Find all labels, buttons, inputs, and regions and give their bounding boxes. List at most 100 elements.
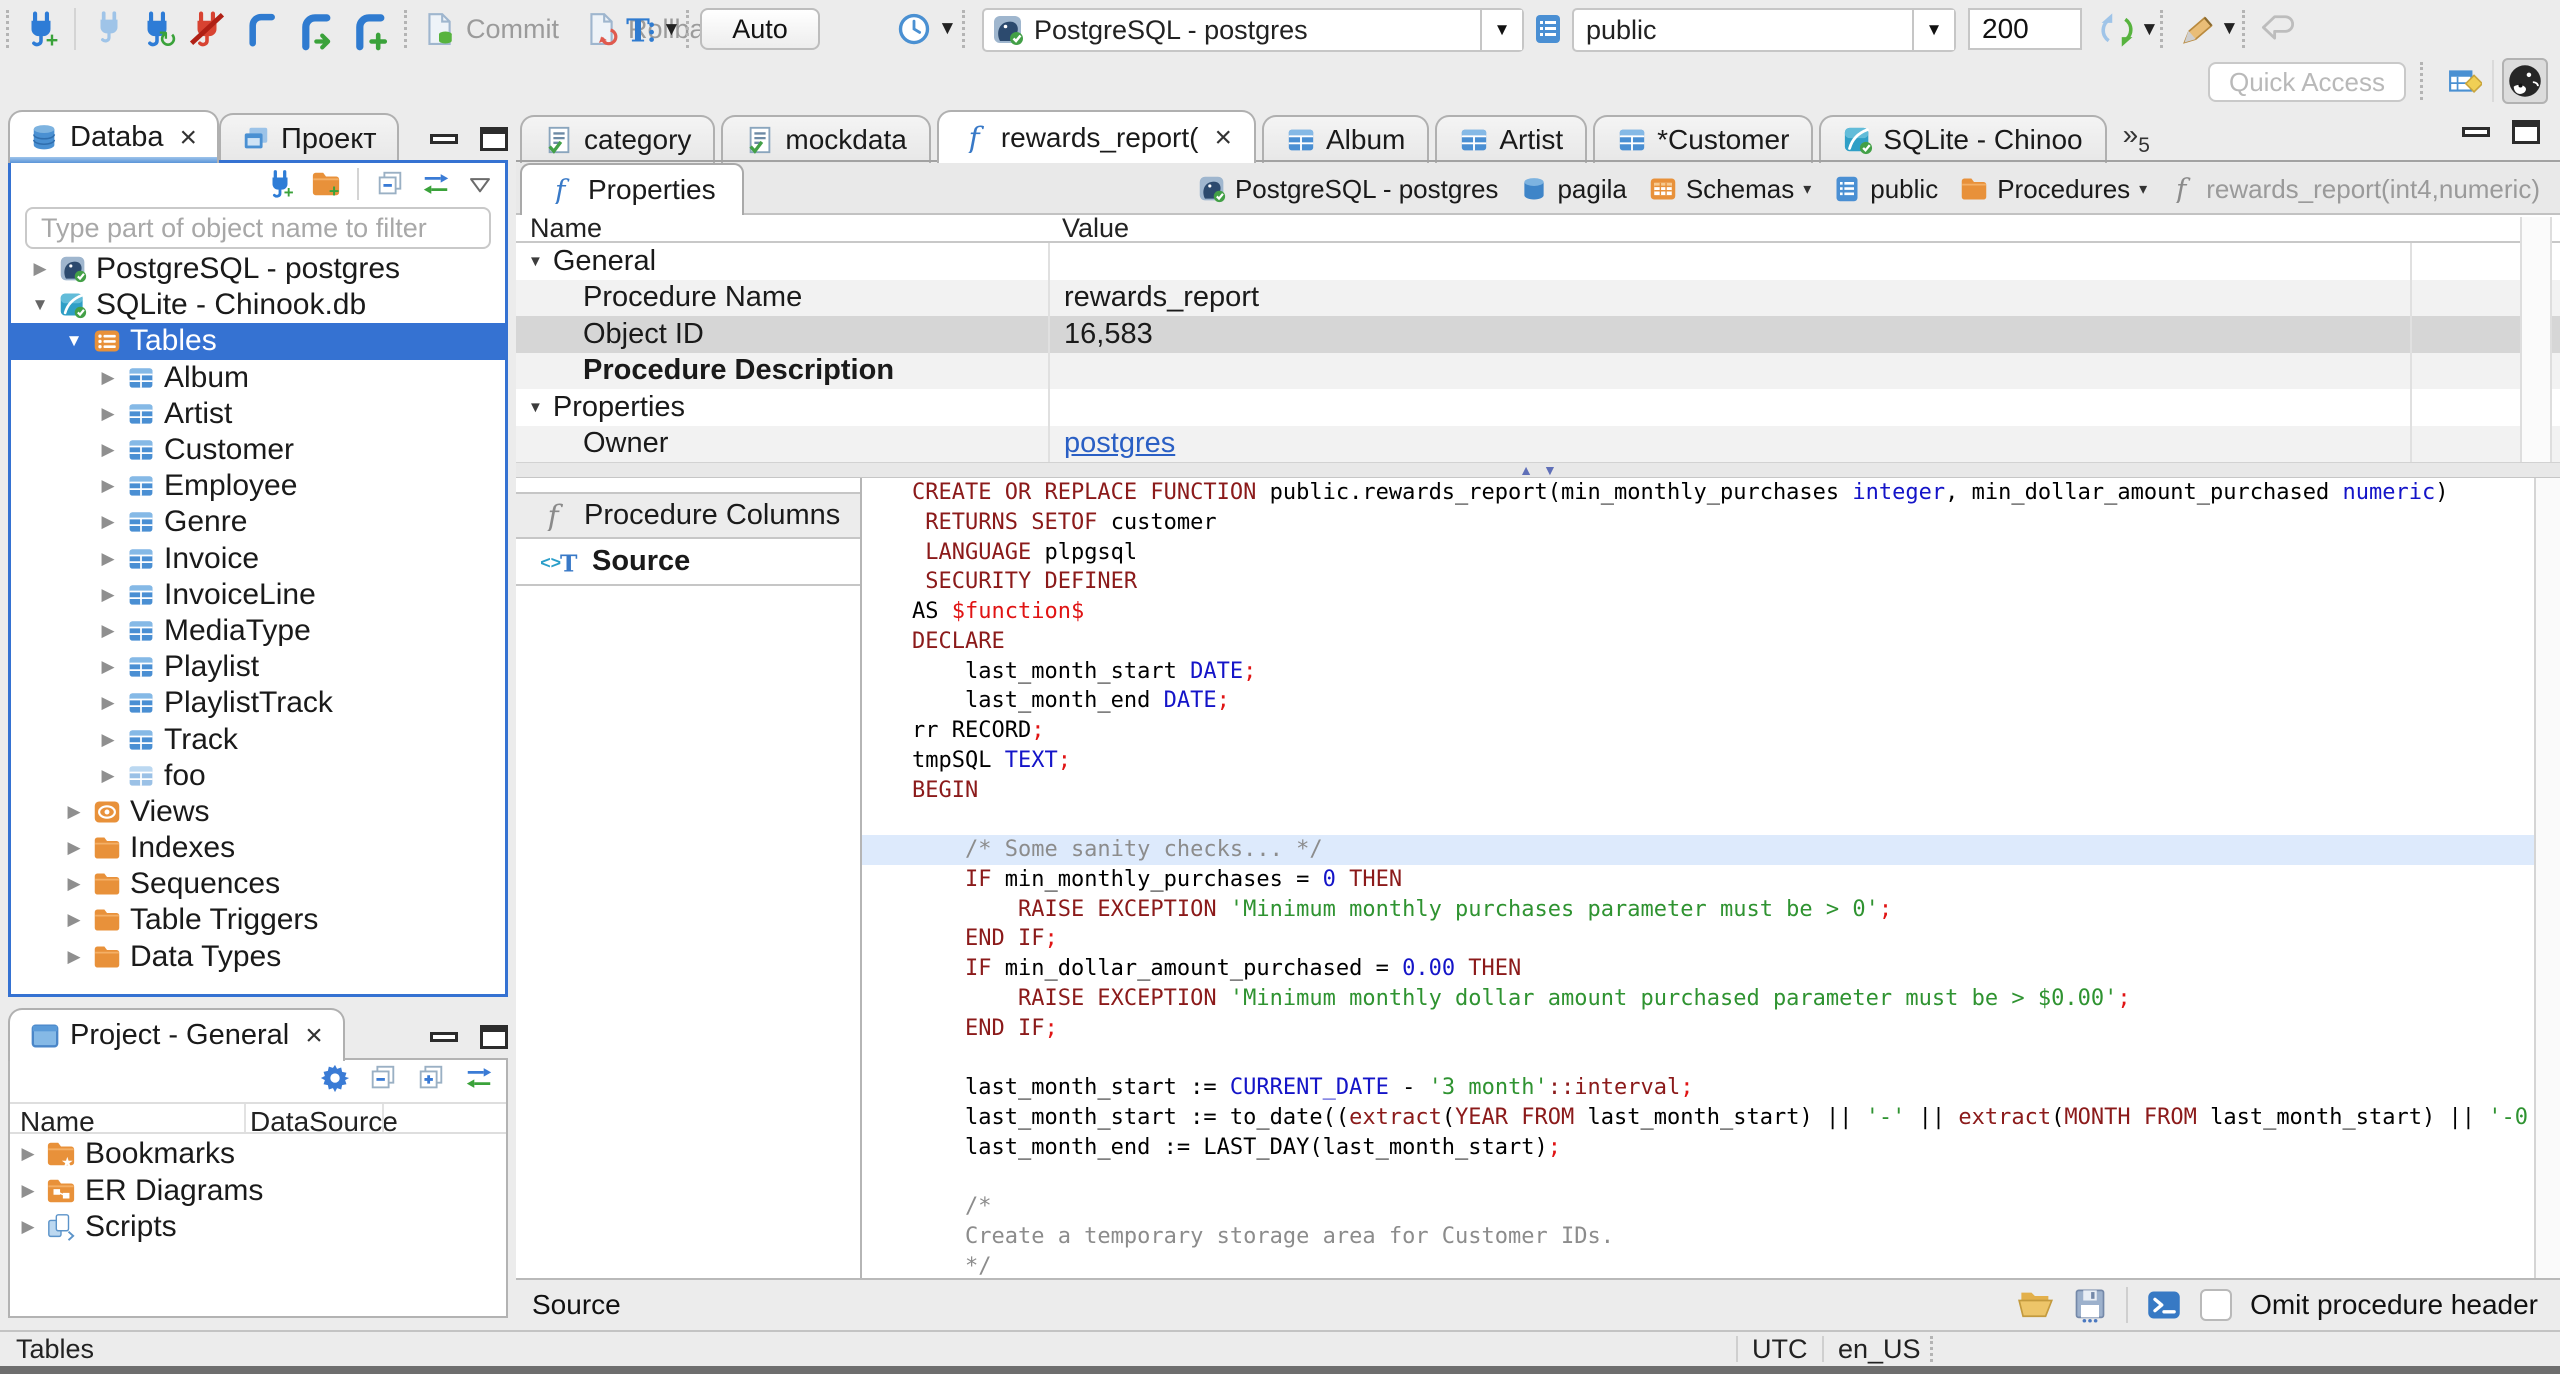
minimize-icon[interactable] xyxy=(430,134,458,144)
chevron-right-icon[interactable]: ▶ xyxy=(91,368,125,388)
tree-item-genre[interactable]: ▶ Genre xyxy=(11,504,505,540)
subtab-source[interactable]: <> T Source xyxy=(516,539,860,586)
toolbar-drag-handle[interactable] xyxy=(6,10,10,48)
toolbar-drag-handle[interactable] xyxy=(2420,62,2424,100)
subtab-procedure-columns[interactable]: f Procedure Columns xyxy=(516,492,860,539)
active-schema-combo[interactable]: public ▼ xyxy=(1572,8,1956,52)
maximize-icon[interactable] xyxy=(480,1025,508,1049)
collapse-down-icon[interactable]: ▼ xyxy=(1543,463,1557,477)
column-header-name[interactable]: Name xyxy=(530,213,602,244)
quick-access-input[interactable] xyxy=(2208,62,2406,102)
tree-item-mediatype[interactable]: ▶ MediaType xyxy=(11,613,505,649)
chevron-right-icon[interactable]: ▶ xyxy=(91,404,125,424)
property-row-procedure-name[interactable]: Procedure Name rewards_report xyxy=(516,279,2560,316)
active-connection-combo[interactable]: PostgreSQL - postgres ▼ xyxy=(982,8,1524,52)
editor-scrollbar[interactable] xyxy=(2534,478,2560,1278)
chevron-right-icon[interactable]: ▶ xyxy=(91,730,125,750)
breadcrumb-item-pagila[interactable]: pagila xyxy=(1520,174,1627,205)
tree-item-postgresql-postgres[interactable]: ▶ PostgreSQL - postgres xyxy=(11,251,505,287)
minimize-icon[interactable] xyxy=(2462,127,2490,137)
chevron-down-icon[interactable]: ▼ xyxy=(528,399,543,416)
transaction-log-button[interactable]: ▼ xyxy=(896,11,957,47)
property-value[interactable]: postgres xyxy=(1064,427,1175,459)
chevron-right-icon[interactable]: ▶ xyxy=(57,838,91,858)
save-to-file-button[interactable] xyxy=(2072,1287,2108,1323)
refresh-button[interactable]: ▼ xyxy=(2098,11,2159,49)
commit-mode-button[interactable]: Auto xyxy=(700,8,820,50)
open-in-sql-console-button[interactable] xyxy=(2146,1287,2182,1323)
open-perspective-button[interactable] xyxy=(2448,64,2484,98)
sql-source-editor[interactable]: CREATE OR REPLACE FUNCTION public.reward… xyxy=(862,478,2534,1278)
chevron-right-icon[interactable]: ▶ xyxy=(10,1181,46,1201)
chevron-right-icon[interactable]: ▶ xyxy=(91,693,125,713)
breadcrumb-item-postgresql-postgres[interactable]: PostgreSQL - postgres xyxy=(1198,174,1498,205)
editor-tab-sqlite-chinoo[interactable]: SQLite - Chinoo xyxy=(1819,115,2107,163)
chevron-right-icon[interactable]: ▶ xyxy=(91,621,125,641)
chevron-down-icon[interactable]: ▼ xyxy=(528,253,543,270)
value-highlight-button[interactable]: ▼ xyxy=(2180,11,2239,47)
editor-tab-album[interactable]: Album xyxy=(1261,115,1430,163)
close-icon[interactable]: × xyxy=(1214,122,1232,153)
collapse-all-button[interactable] xyxy=(375,169,405,199)
chevron-right-icon[interactable]: ▶ xyxy=(57,910,91,930)
property-row-procedure-description[interactable]: Procedure Description xyxy=(516,352,2560,389)
chevron-right-icon[interactable]: ▶ xyxy=(10,1144,46,1164)
chevron-right-icon[interactable]: ▶ xyxy=(91,440,125,460)
chevron-right-icon[interactable]: ▶ xyxy=(91,476,125,496)
collapse-up-icon[interactable]: ▲ xyxy=(1519,463,1533,477)
editor-tab-category[interactable]: category xyxy=(520,115,716,163)
tree-item-tables[interactable]: ▼ Tables xyxy=(11,323,505,360)
editor-tab-customer[interactable]: *Customer xyxy=(1593,115,1814,163)
editor-tab-mockdata[interactable]: mockdata xyxy=(721,115,931,163)
chevron-down-icon[interactable]: ▾ xyxy=(2139,179,2147,199)
reconnect-button[interactable]: ↻ xyxy=(138,10,177,52)
chevron-right-icon[interactable]: ▶ xyxy=(91,766,125,786)
project-item-scripts[interactable]: ▶ Scripts xyxy=(10,1209,506,1246)
chevron-right-icon[interactable]: ▶ xyxy=(10,1217,46,1237)
fetch-size-input[interactable] xyxy=(1968,8,2082,50)
chevron-right-icon[interactable]: ▶ xyxy=(91,585,125,605)
close-icon[interactable]: × xyxy=(180,122,198,153)
column-divider[interactable] xyxy=(244,1104,246,1132)
expand-all-button[interactable] xyxy=(416,1063,446,1093)
tree-item-views[interactable]: ▶ Views xyxy=(11,794,505,830)
maximize-icon[interactable] xyxy=(2512,120,2540,144)
chevron-down-icon[interactable]: ▼ xyxy=(23,295,57,315)
tree-item-sequences[interactable]: ▶ Sequences xyxy=(11,866,505,902)
property-row-object-id[interactable]: Object ID 16,583 xyxy=(516,316,2560,353)
chevron-right-icon[interactable]: ▶ xyxy=(57,874,91,894)
property-row-owner[interactable]: Owner postgres xyxy=(516,425,2560,462)
toolbar-drag-handle[interactable] xyxy=(962,10,966,48)
breadcrumb-item-rewards-report-int4-numeric[interactable]: f rewards_report(int4,numeric) xyxy=(2169,174,2540,205)
transaction-mode-button[interactable]: T ▼ xyxy=(624,12,681,48)
new-folder-button[interactable]: + xyxy=(311,169,341,199)
dbeaver-perspective-button[interactable] xyxy=(2502,58,2548,104)
breadcrumb-item-procedures[interactable]: Procedures ▾ xyxy=(1960,174,2147,205)
combo-dropdown-icon[interactable]: ▼ xyxy=(1912,10,1954,50)
tree-item-data-types[interactable]: ▶ Data Types xyxy=(11,939,505,975)
tree-item-table-triggers[interactable]: ▶ Table Triggers xyxy=(11,902,505,938)
back-button[interactable] xyxy=(2260,10,2296,48)
link-with-editor-button[interactable] xyxy=(421,169,451,199)
editor-tab-artist[interactable]: Artist xyxy=(1435,115,1588,163)
collapse-all-button[interactable] xyxy=(368,1063,398,1093)
status-locale[interactable]: en_US xyxy=(1838,1334,1921,1365)
maximize-icon[interactable] xyxy=(480,127,508,151)
view-menu-icon[interactable] xyxy=(467,171,493,197)
load-from-file-button[interactable] xyxy=(2018,1287,2054,1323)
tree-item-customer[interactable]: ▶ Customer xyxy=(11,432,505,468)
settings-gear-button[interactable] xyxy=(320,1063,350,1093)
tree-item-album[interactable]: ▶ Album xyxy=(11,360,505,396)
editor-tab-rewards-report[interactable]: f rewards_report(× xyxy=(936,110,1256,163)
tree-item-sqlite-chinook-db[interactable]: ▼ SQLite - Chinook.db xyxy=(11,287,505,323)
combo-dropdown-icon[interactable]: ▼ xyxy=(1480,10,1522,50)
chevron-right-icon[interactable]: ▶ xyxy=(91,549,125,569)
toolbar-drag-handle[interactable] xyxy=(404,10,408,48)
tree-item-foo[interactable]: ▶ foo xyxy=(11,758,505,794)
commit-button[interactable]: Commit xyxy=(422,0,559,58)
breadcrumb-item-schemas[interactable]: Schemas ▾ xyxy=(1649,174,1811,205)
column-header-name[interactable]: Name xyxy=(20,1106,95,1138)
tree-item-invoiceline[interactable]: ▶ InvoiceLine xyxy=(11,577,505,613)
tab-project-general[interactable]: Project - General × xyxy=(8,1008,345,1061)
open-sql-script-button[interactable] xyxy=(294,10,336,51)
